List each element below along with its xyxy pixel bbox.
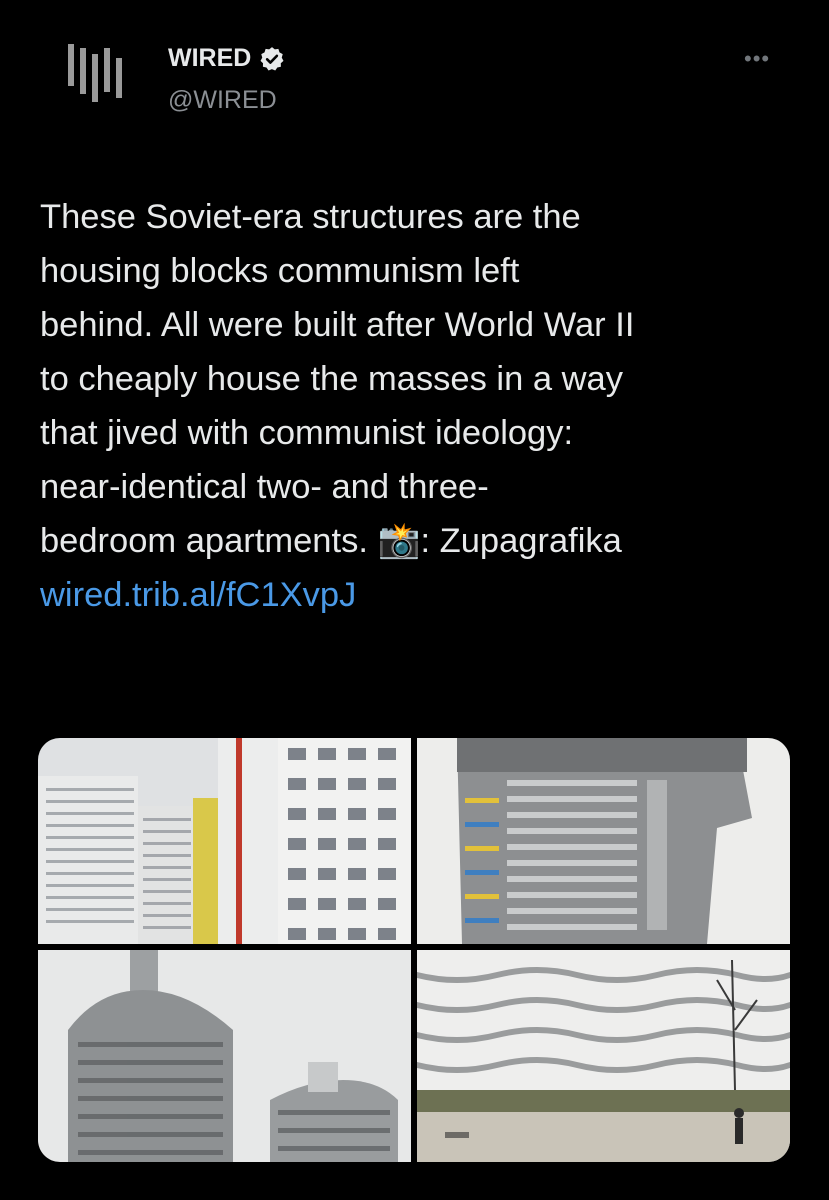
photo-housing-blocks-4[interactable] (417, 950, 790, 1162)
photo-housing-blocks-1[interactable] (38, 738, 411, 944)
photo-image (417, 738, 790, 944)
photo-housing-blocks-2[interactable] (417, 738, 790, 944)
account-handle[interactable]: @WIRED (168, 86, 277, 115)
tweet-line: that jived with communist ideology: (40, 414, 574, 452)
account-name[interactable]: WIRED (168, 44, 285, 73)
tweet-line: behind. All were built after World War I… (40, 306, 635, 344)
tweet-link[interactable]: wired.trib.al/fC1XvpJ (40, 568, 800, 622)
photo-housing-blocks-3[interactable] (38, 950, 411, 1162)
photo-image (38, 738, 411, 944)
more-options-icon[interactable]: ••• (744, 46, 770, 72)
verified-badge-icon (260, 46, 284, 70)
tweet-line: to cheaply house the masses in a way (40, 360, 623, 398)
profile-avatar[interactable] (58, 40, 138, 110)
tweet-text: These Soviet-era structures are the hous… (40, 190, 800, 622)
account-name-text: WIRED (168, 44, 252, 72)
wired-logo-icon (68, 44, 122, 102)
photo-image (417, 950, 790, 1162)
photo-image (38, 950, 411, 1162)
media-grid (38, 738, 790, 1162)
tweet-line: near-identical two- and three- (40, 468, 489, 506)
tweet-line: These Soviet-era structures are the (40, 198, 581, 236)
tweet-line: housing blocks communism left (40, 252, 520, 290)
tweet-line: bedroom apartments. 📸: Zupagrafika (40, 522, 622, 560)
